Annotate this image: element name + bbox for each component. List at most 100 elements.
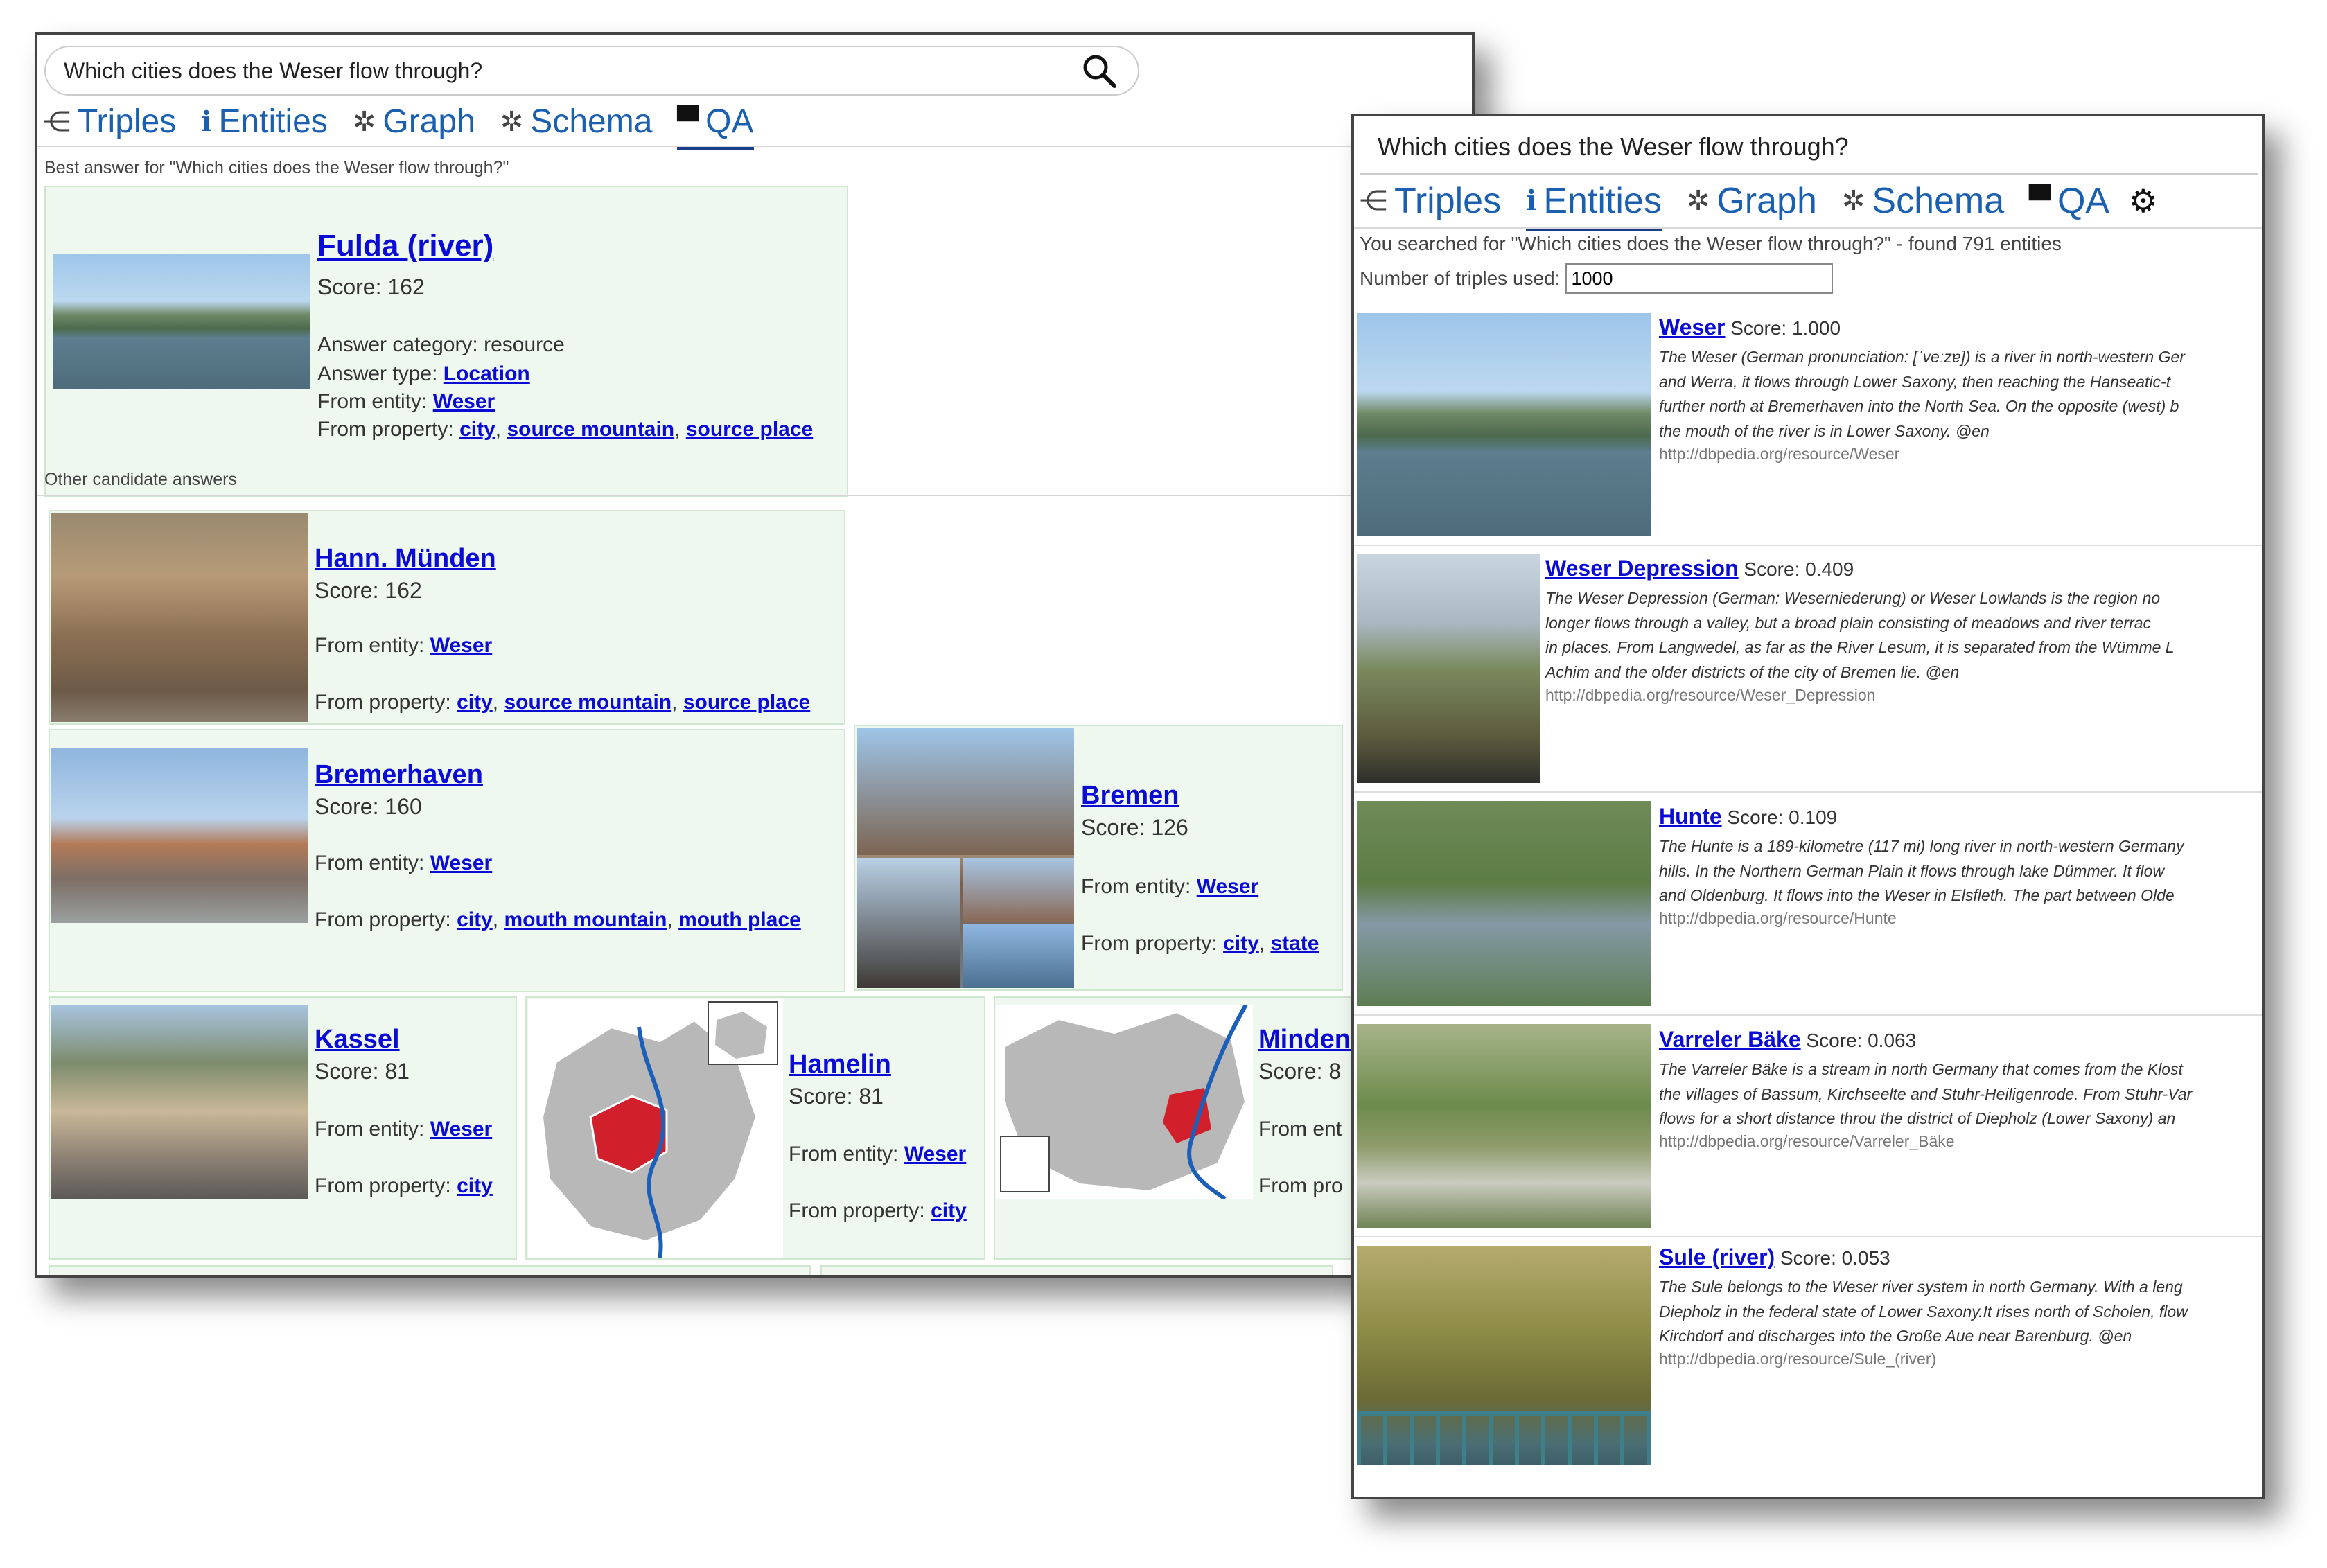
search-input[interactable]: Which cities does the Weser flow through…: [64, 58, 1080, 84]
bremen-image-part: [963, 924, 1074, 988]
result-title[interactable]: Weser: [1659, 315, 1725, 340]
fulda-river-image: [53, 254, 310, 389]
tab-entities[interactable]: ℹ Entities: [201, 103, 328, 141]
property-link[interactable]: source mountain: [507, 418, 674, 441]
from-entity: From entity: Weser: [789, 1143, 967, 1165]
result-abstract: The Weser (German pronunciation: [ˈveːzɐ…: [1659, 348, 2185, 440]
from-property: From property: city, state: [1081, 932, 1319, 955]
answer-category: Answer category: resource: [317, 333, 565, 356]
weser-image: [1357, 313, 1651, 536]
result-abstract: The Hunte is a 189-kilometre (117 mi) lo…: [1659, 837, 2184, 905]
bremen-image-collage: [857, 728, 1074, 988]
search-bar[interactable]: Which cities does the Weser flow through…: [44, 46, 1139, 96]
result-title[interactable]: Varreler Bäke: [1659, 1027, 1801, 1052]
tab-graph[interactable]: ✲ Graph: [353, 103, 475, 141]
result-header: Sule (river) Score: 0.053: [1659, 1244, 1890, 1270]
candidate-score: Score: 81: [315, 1059, 410, 1084]
search-input[interactable]: Which cities does the Weser flow through…: [1378, 132, 2258, 161]
property-link[interactable]: city: [459, 418, 495, 441]
tab-divider: [37, 146, 1472, 147]
property-link[interactable]: source place: [683, 691, 810, 714]
triples-count-input[interactable]: [1565, 263, 1834, 294]
chat-icon: ▀: [677, 105, 699, 138]
entity-result: Varreler Bäke Score: 0.063 The Varreler …: [1354, 1016, 2262, 1237]
entity-link[interactable]: Weser: [433, 390, 495, 413]
bremen-image-part: [857, 858, 960, 988]
property-link[interactable]: state: [1270, 932, 1319, 955]
best-answer-heading: Best answer for "Which cities does the W…: [44, 158, 509, 177]
property-link[interactable]: city: [1223, 932, 1259, 955]
result-title[interactable]: Hunte: [1659, 804, 1722, 829]
property-link[interactable]: city: [457, 908, 493, 931]
tab-triples[interactable]: ⋲ Triples: [43, 103, 176, 141]
entity-link[interactable]: Weser: [904, 1143, 967, 1165]
tab-schema[interactable]: ✲ Schema: [1842, 180, 2004, 222]
gear-icon[interactable]: ⚙: [2129, 182, 2157, 220]
from-property: From property: city, source mountain, so…: [315, 691, 811, 714]
candidate-card: Bremerhaven Score: 160 From entity: Wese…: [49, 729, 845, 992]
share-nodes-icon: ⋲: [43, 105, 71, 138]
candidate-title[interactable]: Bremen: [1081, 779, 1179, 813]
tab-graph[interactable]: ✲ Graph: [1687, 180, 1817, 222]
best-answer-card: Fulda (river) Score: 162 Answer category…: [44, 186, 848, 497]
candidate-score: Score: 126: [1081, 815, 1188, 840]
candidate-title[interactable]: Bremerhaven: [315, 758, 483, 792]
tab-schema[interactable]: ✲ Schema: [500, 103, 653, 141]
entity-link[interactable]: Weser: [430, 1118, 493, 1140]
property-link[interactable]: mouth place: [678, 908, 801, 931]
result-title[interactable]: Weser Depression: [1545, 556, 1739, 581]
hamelin-map-image: [528, 999, 783, 1258]
candidate-title[interactable]: Minden: [1258, 1023, 1351, 1057]
candidate-title[interactable]: Hamelin: [789, 1048, 891, 1082]
result-score: Score: 1.000: [1730, 317, 1841, 339]
property-link[interactable]: city: [457, 691, 493, 714]
result-score: Score: 0.063: [1806, 1030, 1917, 1051]
property-link[interactable]: city: [931, 1199, 967, 1222]
candidate-score: Score: 162: [315, 578, 422, 603]
from-entity: From entity: Weser: [315, 852, 493, 874]
from-entity: From entity: Weser: [315, 1118, 493, 1140]
info-person-icon: ℹ: [1526, 185, 1537, 217]
schema-icon: ✲: [500, 105, 524, 138]
entity-result: Weser Depression Score: 0.409 The Weser …: [1354, 546, 2262, 793]
result-uri: http://dbpedia.org/resource/Weser: [1659, 445, 1900, 463]
candidate-title[interactable]: Kassel: [315, 1023, 400, 1057]
result-header: Weser Score: 1.000: [1659, 315, 1841, 340]
result-abstract: The Varreler Bäke is a stream in north G…: [1659, 1060, 2193, 1128]
candidate-card-partial: [49, 1265, 811, 1275]
from-entity: From entity: Weser: [315, 634, 493, 657]
property-link[interactable]: mouth mountain: [504, 908, 667, 931]
search-icon[interactable]: [1080, 51, 1118, 90]
result-score: Score: 0.409: [1744, 558, 1854, 580]
entity-link[interactable]: Weser: [1197, 875, 1259, 898]
candidate-title[interactable]: Hann. Münden: [315, 542, 496, 576]
entity-link[interactable]: Weser: [430, 852, 493, 874]
result-header: Weser Depression Score: 0.409: [1545, 556, 1854, 581]
property-link[interactable]: source mountain: [504, 691, 671, 714]
property-link[interactable]: source place: [686, 418, 813, 441]
tab-triples[interactable]: ⋲ Triples: [1360, 180, 1501, 222]
district-map: [540, 1001, 778, 1258]
search-bar[interactable]: Which cities does the Weser flow through…: [1360, 121, 2258, 175]
from-property: From property: city, source mountain, so…: [317, 418, 814, 441]
tab-bar: ⋲ Triples ℹ Entities ✲ Graph ✲ Schema ▀ …: [43, 103, 779, 150]
best-answer-title[interactable]: Fulda (river): [317, 226, 493, 265]
entity-link[interactable]: Weser: [430, 634, 493, 657]
answer-type: Answer type: Location: [317, 362, 530, 385]
entity-result: Hunte Score: 0.109 The Hunte is a 189-ki…: [1354, 793, 2262, 1016]
section-divider: [37, 495, 1472, 496]
entity-result: Weser Score: 1.000 The Weser (German pro…: [1354, 306, 2262, 546]
hunte-image: [1357, 801, 1651, 1006]
qa-window: Which cities does the Weser flow through…: [35, 32, 1475, 1278]
search-summary: You searched for "Which cities does the …: [1360, 233, 2062, 254]
answer-type-link[interactable]: Location: [444, 362, 530, 385]
result-title[interactable]: Sule (river): [1659, 1244, 1775, 1269]
tab-qa[interactable]: ▀ QA: [677, 103, 754, 150]
property-link[interactable]: city: [457, 1174, 493, 1197]
from-entity: From ent: [1258, 1118, 1342, 1140]
bremerhaven-image: [51, 748, 308, 923]
tab-entities[interactable]: ℹ Entities: [1526, 180, 1662, 231]
hann-munden-image: [51, 513, 308, 722]
tab-qa[interactable]: ▀ QA: [2029, 180, 2109, 222]
result-uri: http://dbpedia.org/resource/Weser_Depres…: [1545, 686, 1876, 704]
